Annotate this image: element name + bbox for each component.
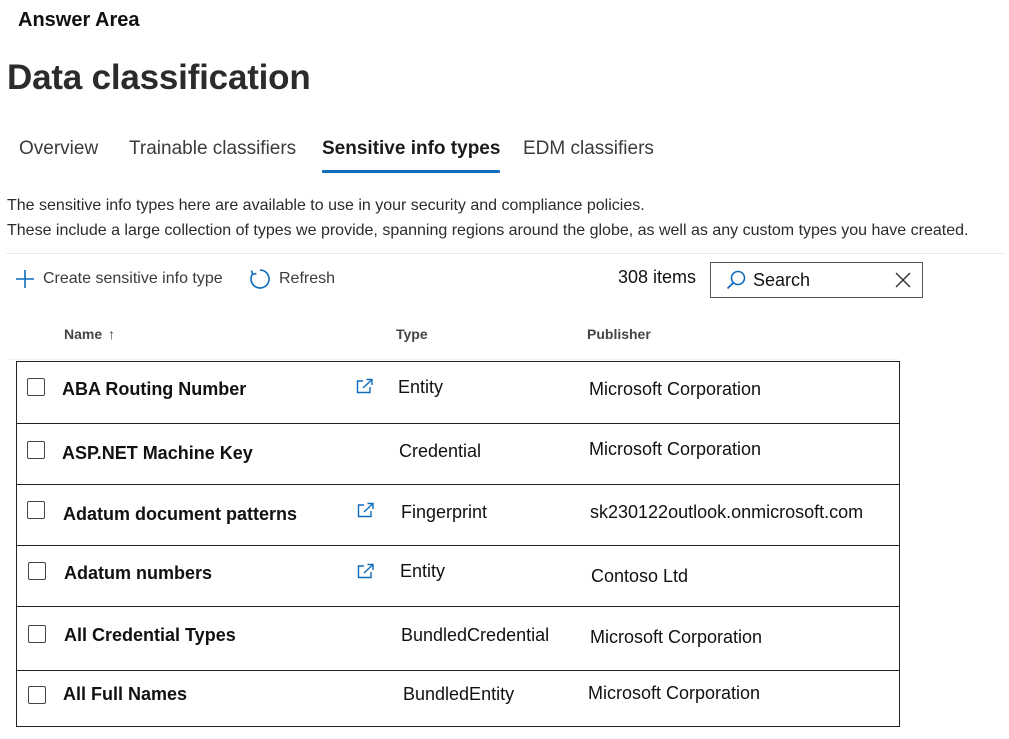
row-publisher: Contoso Ltd: [591, 566, 689, 586]
row-name[interactable]: Adatum document patterns: [63, 504, 297, 525]
create-button-label: Create sensitive info type: [43, 270, 223, 287]
external-link-icon[interactable]: [357, 563, 375, 579]
column-header-name[interactable]: Name ↑: [64, 326, 115, 342]
search-input-value: Search: [753, 269, 811, 290]
row-checkbox[interactable]: [28, 686, 46, 704]
sensitive-info-types-table: ABA Routing Number Entity Microsoft Corp…: [16, 361, 900, 727]
plus-icon: [16, 270, 34, 288]
search-input[interactable]: Search: [710, 262, 923, 298]
row-publisher: Microsoft Corporation: [589, 439, 762, 459]
tab-overview[interactable]: Overview: [19, 138, 98, 160]
row-checkbox[interactable]: [28, 562, 46, 580]
row-name[interactable]: Adatum numbers: [64, 563, 212, 584]
tab-sensitive-info-types[interactable]: Sensitive info types: [322, 138, 501, 173]
row-name[interactable]: ASP.NET Machine Key: [62, 443, 253, 464]
row-publisher: Microsoft Corporation: [590, 627, 763, 647]
page-title: Data classification: [7, 58, 311, 97]
active-tab-indicator: [322, 170, 501, 173]
search-icon: [726, 270, 746, 290]
table-row[interactable]: All Credential Types BundledCredential M…: [17, 607, 899, 671]
row-publisher: sk230122outlook.onmicrosoft.com: [590, 502, 864, 522]
refresh-button-label: Refresh: [279, 270, 336, 287]
refresh-button[interactable]: Refresh: [249, 266, 335, 292]
create-sensitive-info-type-button[interactable]: Create sensitive info type: [15, 266, 223, 292]
table-row[interactable]: ASP.NET Machine Key Credential Microsoft…: [17, 424, 899, 485]
external-link-icon[interactable]: [357, 502, 375, 518]
row-type: BundledCredential: [401, 625, 550, 645]
description-line-1: The sensitive info types here are availa…: [7, 197, 645, 214]
row-name[interactable]: All Credential Types: [64, 625, 236, 646]
row-name[interactable]: All Full Names: [63, 684, 187, 705]
column-header-name-label: Name: [64, 326, 103, 342]
column-header-publisher[interactable]: Publisher: [587, 326, 651, 342]
row-type: Entity: [398, 377, 444, 397]
row-name[interactable]: ABA Routing Number: [62, 379, 246, 400]
row-checkbox[interactable]: [27, 501, 45, 519]
close-icon[interactable]: [894, 271, 912, 289]
tab-edm-classifiers[interactable]: EDM classifiers: [523, 138, 654, 160]
column-header-type[interactable]: Type: [396, 326, 428, 342]
external-link-icon[interactable]: [356, 378, 374, 394]
tab-trainable-classifiers[interactable]: Trainable classifiers: [129, 138, 296, 160]
tab-sensitive-info-types-label: Sensitive info types: [322, 138, 501, 159]
table-row[interactable]: Adatum document patterns Fingerprint sk2…: [17, 485, 899, 546]
table-row[interactable]: ABA Routing Number Entity Microsoft Corp…: [17, 362, 899, 424]
row-checkbox[interactable]: [27, 378, 45, 396]
description-line-2: These include a large collection of type…: [7, 222, 969, 239]
row-type: Entity: [400, 561, 446, 581]
row-publisher: Microsoft Corporation: [589, 379, 762, 399]
sort-ascending-icon: ↑: [108, 326, 116, 342]
answer-area-label: Answer Area: [18, 9, 140, 31]
row-type: Credential: [399, 441, 482, 461]
refresh-icon: [250, 269, 270, 289]
row-type: BundledEntity: [403, 684, 515, 704]
row-type: Fingerprint: [401, 502, 488, 522]
header-divider: [8, 359, 898, 360]
table-row[interactable]: Adatum numbers Entity Contoso Ltd: [17, 546, 899, 607]
divider: [6, 253, 1006, 254]
items-count: 308 items: [618, 267, 697, 287]
row-publisher: Microsoft Corporation: [588, 683, 761, 703]
row-checkbox[interactable]: [27, 441, 45, 459]
table-row[interactable]: All Full Names BundledEntity Microsoft C…: [17, 671, 899, 727]
row-checkbox[interactable]: [28, 625, 46, 643]
